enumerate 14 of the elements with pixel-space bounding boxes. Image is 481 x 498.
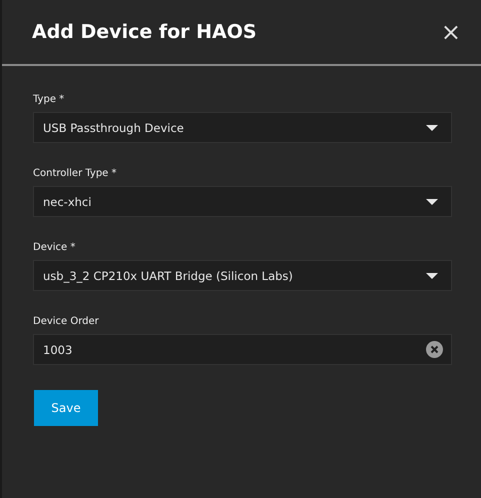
field-label: Device Order xyxy=(33,316,100,327)
clear-icon[interactable] xyxy=(426,341,443,358)
caret-icon xyxy=(426,124,438,130)
close-button[interactable]: × xyxy=(436,20,465,44)
input-field[interactable]: 1003 xyxy=(33,334,452,365)
field-label: Controller Type * xyxy=(33,168,118,179)
field-label: Device * xyxy=(33,242,76,253)
select-field[interactable]: nec-xhci xyxy=(33,186,452,217)
dialog-title: Add Device for HAOS xyxy=(32,21,257,43)
select-field[interactable]: USB Passthrough Device xyxy=(33,112,452,143)
caret-icon xyxy=(426,198,438,204)
field-label: Type * xyxy=(33,94,66,105)
select-field[interactable]: usb_3_2 CP210x UART Bridge (Silicon Labs) xyxy=(33,260,452,291)
caret-icon xyxy=(426,272,438,278)
